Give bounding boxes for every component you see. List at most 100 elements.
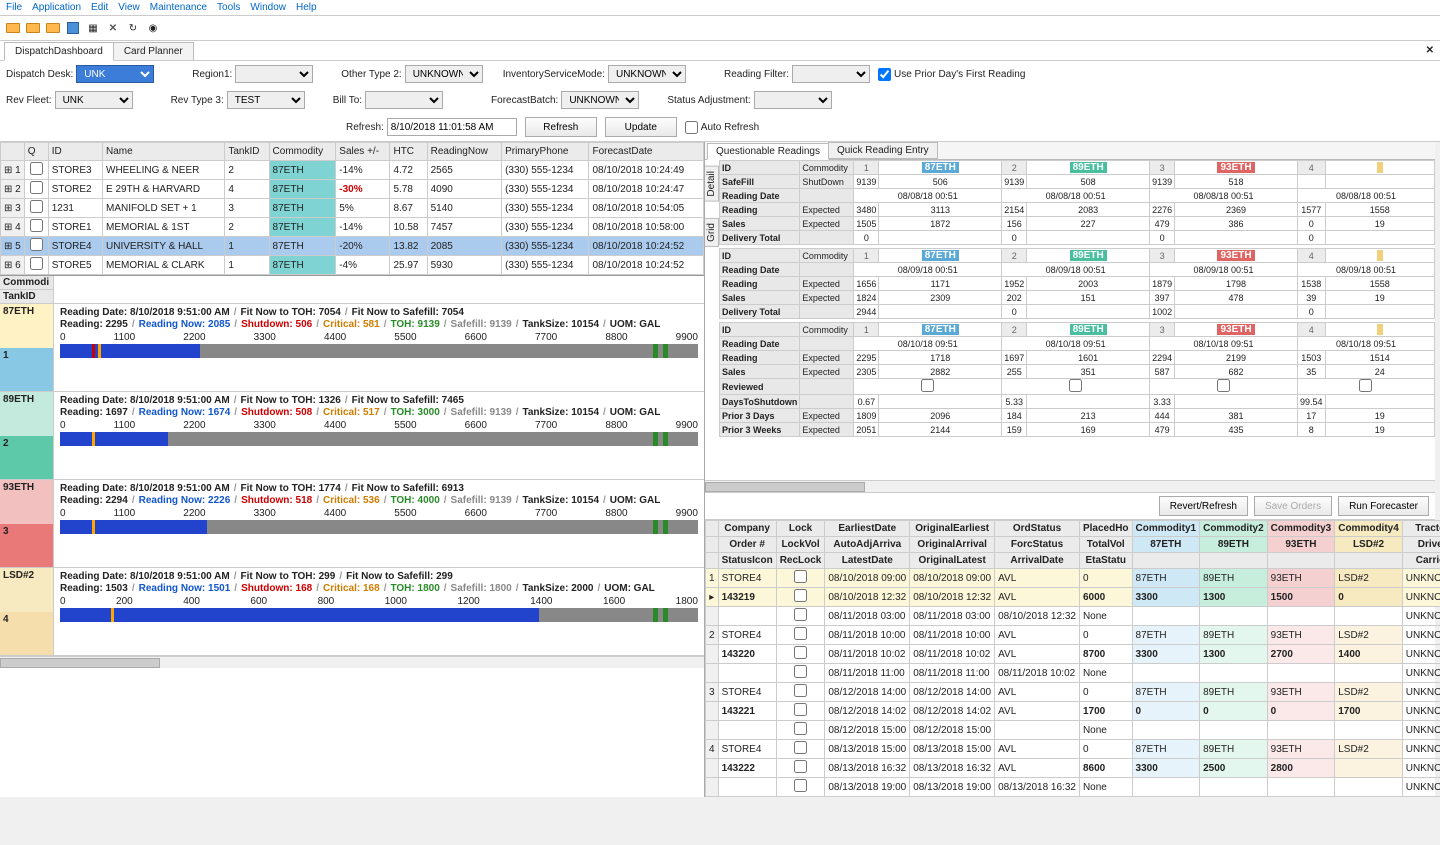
reclock-check[interactable] [794, 779, 807, 792]
other-type-2-select[interactable]: UNKNOWN [405, 65, 483, 83]
grid-col[interactable] [1, 143, 25, 161]
grid-col[interactable]: TankID [225, 143, 269, 161]
stop-icon[interactable]: ◉ [144, 19, 162, 37]
refresh-time-input[interactable] [387, 118, 517, 136]
order-row[interactable]: 08/12/2018 15:0008/12/2018 15:00NoneUNKN… [706, 721, 1440, 740]
tab-card-planner[interactable]: Card Planner [113, 42, 194, 60]
forecast-batch-select[interactable]: UNKNOWN [561, 91, 639, 109]
tab-close-icon[interactable]: ✕ [1426, 45, 1434, 56]
grid-col[interactable]: PrimaryPhone [502, 143, 589, 161]
site-row[interactable]: ⊞ 6STORE5MEMORIAL & CLARK187ETH-4%25.975… [1, 256, 704, 275]
tab-quick-reading-entry[interactable]: Quick Reading Entry [828, 142, 938, 159]
tab-dispatch[interactable]: DispatchDashboard [4, 42, 114, 61]
menu-view[interactable]: View [118, 2, 140, 13]
ord-col[interactable] [706, 521, 719, 537]
order-row[interactable]: 08/11/2018 11:0008/11/2018 11:0008/11/20… [706, 664, 1440, 683]
order-row[interactable]: 2STORE408/11/2018 10:0008/11/2018 10:00A… [706, 626, 1440, 645]
revert-refresh-button[interactable]: Revert/Refresh [1159, 496, 1248, 516]
side-tab-grid[interactable]: Grid [705, 218, 719, 247]
menu-file[interactable]: File [6, 2, 22, 13]
reviewed-check[interactable] [921, 379, 934, 392]
order-row[interactable]: 1STORE408/10/2018 09:0008/10/2018 09:00A… [706, 569, 1440, 588]
copy-icon[interactable]: ▦ [84, 19, 102, 37]
refresh-icon[interactable]: ↻ [124, 19, 142, 37]
auto-refresh-checkbox[interactable] [685, 121, 698, 134]
lockvol-check[interactable] [794, 646, 807, 659]
reading-filter-select[interactable] [792, 65, 870, 83]
q-check[interactable] [30, 181, 43, 194]
ord-col[interactable]: Commodity3 [1267, 521, 1335, 537]
dispatch-desk-select[interactable]: UNK [76, 65, 154, 83]
sites-grid[interactable]: QIDNameTankIDCommoditySales +/-HTCReadin… [0, 142, 704, 275]
site-row[interactable]: ⊞ 31231MANIFOLD SET + 1387ETH5%8.675140(… [1, 199, 704, 218]
grid-col[interactable]: ID [48, 143, 102, 161]
q-check[interactable] [30, 238, 43, 251]
reclock-check[interactable] [794, 608, 807, 621]
menu-edit[interactable]: Edit [91, 2, 108, 13]
q-check[interactable] [30, 257, 43, 270]
ord-col[interactable]: Commodity2 [1200, 521, 1268, 537]
reviewed-check[interactable] [1217, 379, 1230, 392]
order-row[interactable]: ▸14321908/10/2018 12:3208/10/2018 12:32A… [706, 588, 1440, 607]
left-h-scroll[interactable] [0, 656, 704, 668]
menu-application[interactable]: Application [32, 2, 81, 13]
ord-col[interactable]: Tractor [1402, 521, 1440, 537]
lockvol-check[interactable] [794, 703, 807, 716]
use-prior-day-checkbox[interactable] [878, 68, 891, 81]
rev-type-3-select[interactable]: TEST [227, 91, 305, 109]
menu-window[interactable]: Window [250, 2, 286, 13]
lock-check[interactable] [794, 627, 807, 640]
refresh-button[interactable]: Refresh [525, 117, 597, 137]
order-row[interactable]: 14322208/13/2018 16:3208/13/2018 16:32AV… [706, 759, 1440, 778]
grid-col[interactable]: ReadingNow [427, 143, 501, 161]
reclock-check[interactable] [794, 665, 807, 678]
order-row[interactable]: 3STORE408/12/2018 14:0008/12/2018 14:00A… [706, 683, 1440, 702]
status-adjustment-select[interactable] [754, 91, 832, 109]
reclock-check[interactable] [794, 722, 807, 735]
lock-check[interactable] [794, 684, 807, 697]
site-row[interactable]: ⊞ 4STORE1MEMORIAL & 1ST287ETH-14%10.5874… [1, 218, 704, 237]
q-check[interactable] [30, 219, 43, 232]
q-check[interactable] [30, 200, 43, 213]
grid-col[interactable]: Sales +/- [336, 143, 390, 161]
run-forecaster-button[interactable]: Run Forecaster [1338, 496, 1429, 516]
inventory-service-mode-select[interactable]: UNKNOWN [608, 65, 686, 83]
bill-to-select[interactable] [365, 91, 443, 109]
lockvol-check[interactable] [794, 589, 807, 602]
ord-col[interactable]: Lock [776, 521, 825, 537]
q-check[interactable] [30, 162, 43, 175]
ord-col[interactable]: PlacedHo [1079, 521, 1132, 537]
ord-col[interactable]: Company [718, 521, 776, 537]
ord-col[interactable]: Commodity4 [1335, 521, 1403, 537]
menu-help[interactable]: Help [296, 2, 317, 13]
open2-icon[interactable] [24, 19, 42, 37]
order-row[interactable]: 4STORE408/13/2018 15:0008/13/2018 15:00A… [706, 740, 1440, 759]
open-icon[interactable] [4, 19, 22, 37]
save-icon[interactable] [64, 19, 82, 37]
ord-col[interactable]: Commodity1 [1132, 521, 1200, 537]
lock-check[interactable] [794, 741, 807, 754]
region-select[interactable] [235, 65, 313, 83]
site-row[interactable]: ⊞ 5STORE4UNIVERSITY & HALL187ETH-20%13.8… [1, 237, 704, 256]
site-row[interactable]: ⊞ 1STORE3WHEELING & NEER287ETH-14%4.7225… [1, 161, 704, 180]
order-row[interactable]: 08/11/2018 03:0008/11/2018 03:0008/10/20… [706, 607, 1440, 626]
grid-col[interactable]: Q [24, 143, 48, 161]
orders-grid[interactable]: CompanyLockEarliestDateOriginalEarliestO… [705, 520, 1435, 797]
site-row[interactable]: ⊞ 2STORE2E 29TH & HARVARD487ETH-30%5.784… [1, 180, 704, 199]
open3-icon[interactable] [44, 19, 62, 37]
rev-fleet-select[interactable]: UNK [55, 91, 133, 109]
delete-icon[interactable]: ✕ [104, 19, 122, 37]
order-row[interactable]: 08/13/2018 19:0008/13/2018 19:0008/13/20… [706, 778, 1440, 797]
reviewed-check[interactable] [1069, 379, 1082, 392]
lock-check[interactable] [794, 570, 807, 583]
grid-col[interactable]: Name [103, 143, 225, 161]
order-row[interactable]: 14322108/12/2018 14:0208/12/2018 14:02AV… [706, 702, 1440, 721]
ord-col[interactable]: OriginalEarliest [910, 521, 995, 537]
menubar[interactable]: FileApplicationEditViewMaintenanceToolsW… [0, 0, 1440, 16]
order-row[interactable]: 14322008/11/2018 10:0208/11/2018 10:02AV… [706, 645, 1440, 664]
reviewed-check[interactable] [1359, 379, 1372, 392]
qr-h-scroll[interactable] [705, 480, 1435, 492]
menu-maintenance[interactable]: Maintenance [150, 2, 207, 13]
update-button[interactable]: Update [605, 117, 677, 137]
lockvol-check[interactable] [794, 760, 807, 773]
